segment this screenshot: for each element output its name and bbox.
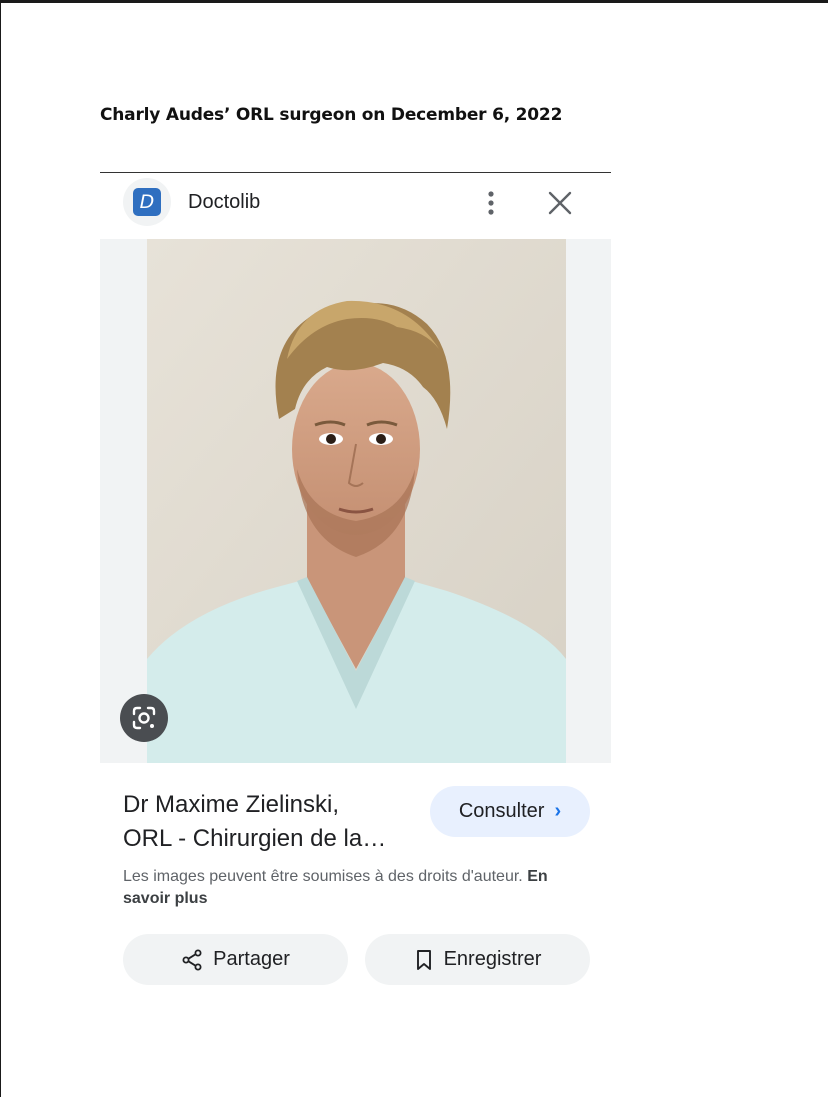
chevron-right-icon: ›	[554, 800, 562, 822]
share-button[interactable]: Partager	[123, 934, 348, 985]
card-header: D Doctolib	[100, 173, 611, 239]
save-button[interactable]: Enregistrer	[365, 934, 590, 985]
google-lens-button[interactable]	[120, 694, 168, 742]
save-label: Enregistrer	[443, 948, 542, 970]
copyright-notice: Les images peuvent être soumises à des d…	[123, 866, 593, 910]
share-label: Partager	[213, 948, 290, 970]
more-vert-icon	[488, 191, 494, 215]
share-icon	[182, 949, 202, 970]
portrait-photo	[147, 239, 566, 763]
consult-label: Consulter	[458, 800, 545, 822]
source-name[interactable]: Doctolib	[188, 191, 260, 214]
image-result-card: D Doctolib Dr Maxime Zielinski, ORL - Ch…	[100, 173, 611, 1003]
result-title-line-2: ORL - Chirurgien de la…	[123, 825, 387, 852]
close-button[interactable]	[546, 189, 574, 217]
bookmark-icon	[416, 949, 431, 970]
copyright-text: Les images peuvent être soumises à des d…	[123, 868, 523, 885]
result-title[interactable]: Dr Maxime Zielinski, ORL - Chirurgien de…	[123, 788, 413, 856]
google-lens-icon	[132, 706, 156, 730]
consult-button[interactable]: Consulter ›	[430, 786, 590, 837]
source-favicon[interactable]: D	[123, 178, 171, 226]
document-heading: Charly Audes’ ORL surgeon on December 6,…	[100, 105, 563, 125]
image-preview[interactable]	[100, 239, 611, 763]
more-options-button[interactable]	[480, 189, 502, 217]
close-icon	[548, 191, 572, 215]
doctolib-logo-icon: D	[133, 188, 161, 216]
result-title-line-1: Dr Maxime Zielinski,	[123, 791, 340, 818]
